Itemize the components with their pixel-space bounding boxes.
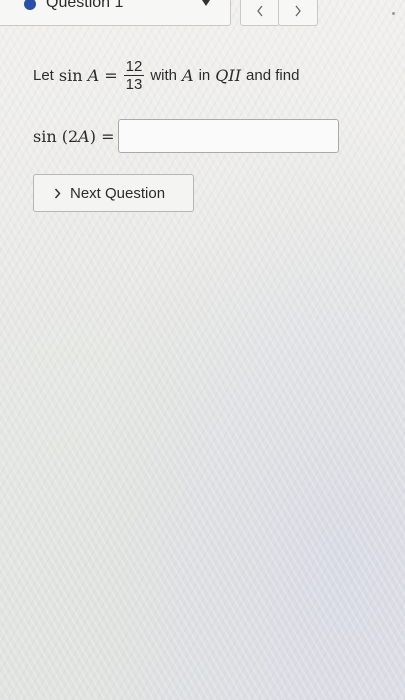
answer-close: ) bbox=[89, 126, 96, 146]
chevron-right-icon bbox=[295, 5, 301, 17]
status-dot bbox=[24, 0, 36, 10]
fraction-numerator: 12 bbox=[125, 57, 143, 75]
fraction-denominator: 13 bbox=[123, 74, 145, 93]
chevron-right-icon bbox=[54, 188, 61, 198]
previous-question-button[interactable] bbox=[240, 0, 280, 26]
corner-dot bbox=[392, 12, 395, 15]
problem-suffix: and find bbox=[246, 66, 300, 84]
problem-quadrant: QII bbox=[215, 65, 242, 85]
next-question-nav-button[interactable] bbox=[278, 0, 318, 26]
background-moire bbox=[0, 0, 405, 700]
sine-fraction: 12 13 bbox=[123, 57, 145, 93]
chevron-left-icon bbox=[257, 5, 263, 17]
problem-middle: with bbox=[150, 66, 178, 84]
answer-row: sin (2A) = bbox=[33, 119, 340, 153]
answer-equals: = bbox=[101, 126, 115, 146]
problem-equals: = bbox=[104, 65, 118, 85]
problem-func: sin bbox=[58, 65, 83, 85]
top-bar: Question 1 bbox=[0, 0, 405, 30]
answer-func: sin bbox=[33, 126, 57, 146]
problem-in-word: in bbox=[198, 66, 211, 84]
next-question-label: Next Question bbox=[70, 184, 166, 202]
next-question-button[interactable]: Next Question bbox=[33, 174, 194, 212]
answer-open: (2 bbox=[61, 126, 79, 146]
answer-variable: A bbox=[78, 126, 90, 146]
answer-input[interactable] bbox=[118, 119, 340, 153]
problem-variable: A bbox=[87, 65, 100, 85]
answer-expression: sin (2A) = bbox=[33, 127, 114, 146]
question-label: Question 1 bbox=[46, 0, 124, 11]
problem-variable-2: A bbox=[182, 65, 194, 85]
question-selector[interactable]: Question 1 bbox=[0, 0, 231, 26]
caret-down-icon bbox=[202, 0, 210, 6]
problem-prefix: Let bbox=[33, 66, 54, 84]
problem-statement: Let sin A = 12 13 with A in QII and find bbox=[33, 53, 299, 97]
problem-math: sin A = bbox=[59, 66, 118, 85]
